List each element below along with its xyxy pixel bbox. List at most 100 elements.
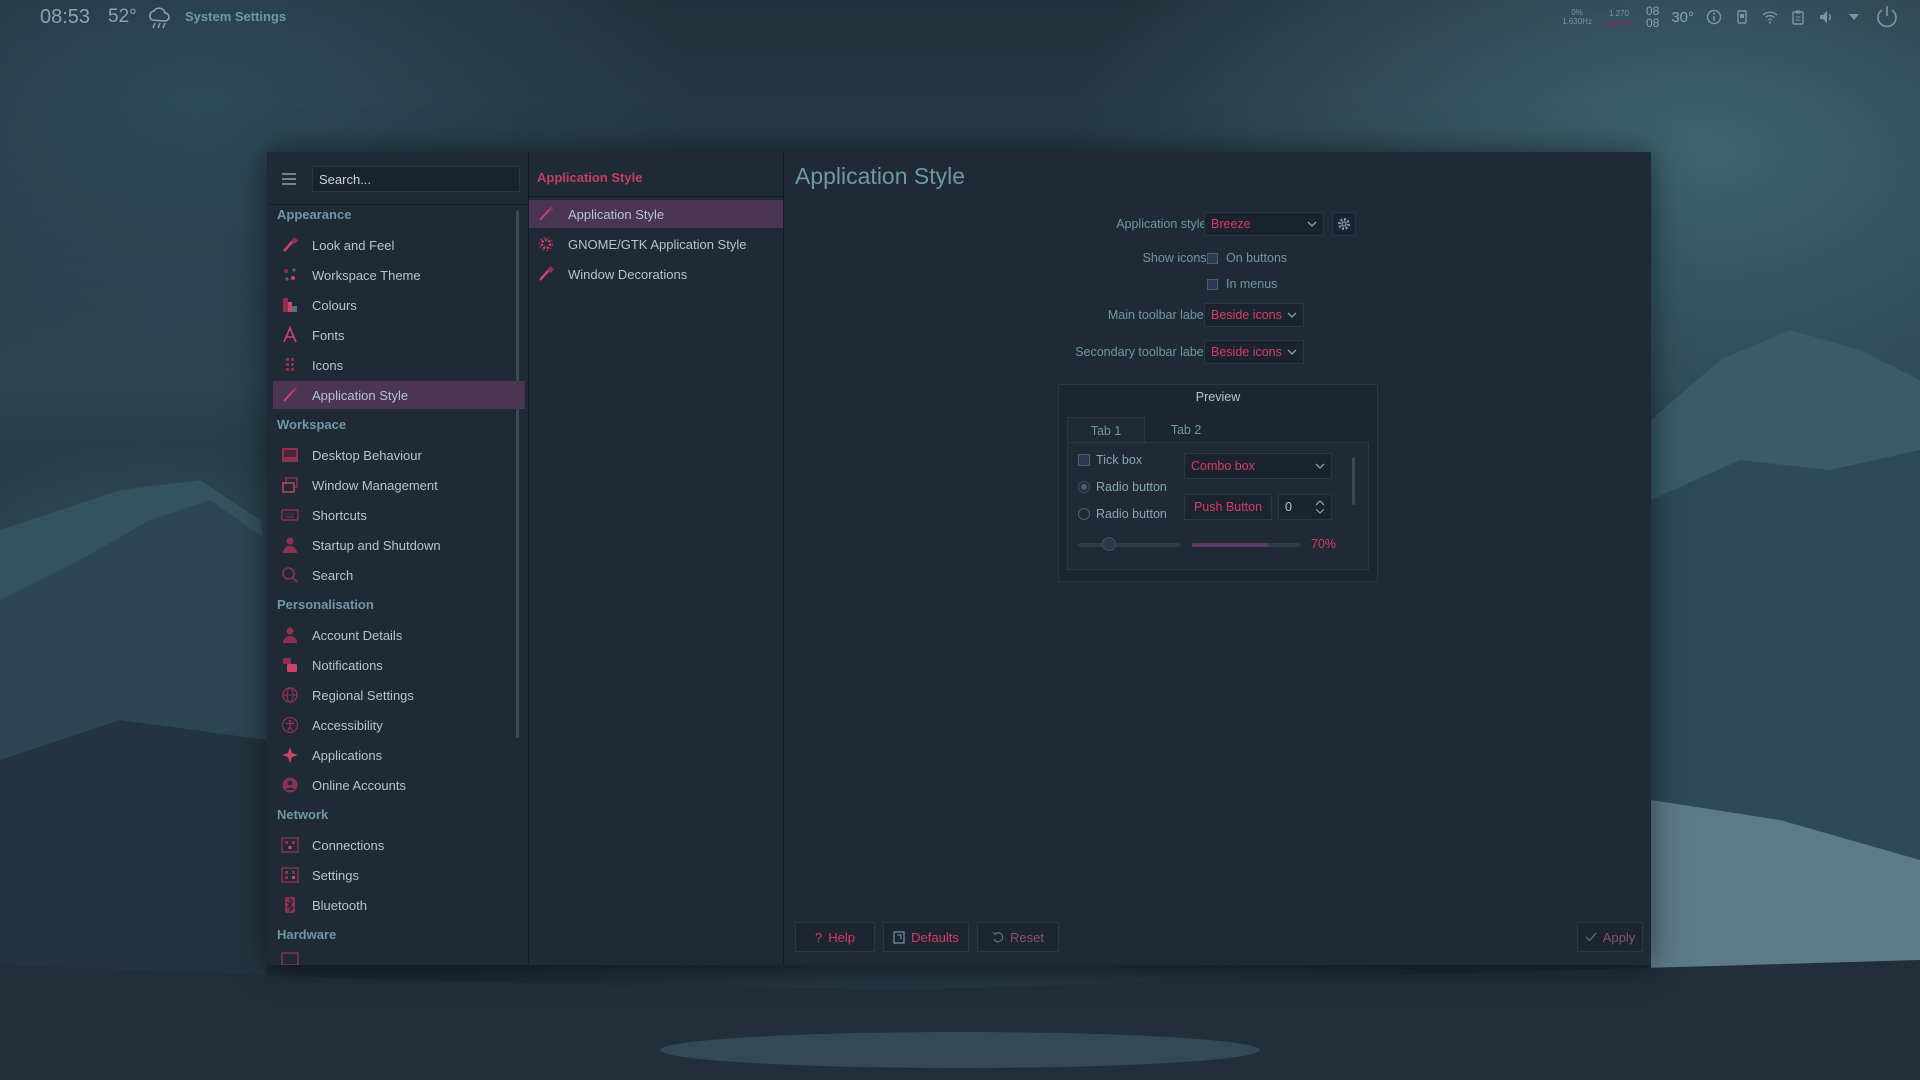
online-accounts-icon <box>281 776 299 794</box>
preview-tick-box[interactable] <box>1078 454 1090 466</box>
subnav-panel: Application Style Application Style GNOM… <box>529 152 784 965</box>
gtk-gear-icon <box>537 235 555 253</box>
sidebar-item-connections[interactable]: Connections <box>273 831 525 859</box>
subnav-item-application-style[interactable]: Application Style <box>529 200 783 228</box>
subnav-divider <box>529 196 783 197</box>
chevron-down-icon <box>1315 463 1325 469</box>
sidebar-item-bluetooth[interactable]: Bluetooth <box>273 891 525 919</box>
sidebar-item-label: Fonts <box>312 327 345 343</box>
paintbrush-icon <box>281 386 299 404</box>
sidebar-item-fonts[interactable]: Fonts <box>273 321 525 349</box>
sidebar-item-regional-settings[interactable]: Regional Settings <box>273 681 525 709</box>
preview-push-button[interactable]: Push Button <box>1184 494 1272 520</box>
preview-spin-value: 0 <box>1285 500 1292 514</box>
preview-tick-box-label: Tick box <box>1096 453 1143 467</box>
preview-combo-value: Combo box <box>1191 459 1255 473</box>
active-window-title[interactable]: System Settings <box>185 9 286 24</box>
tab-1[interactable]: Tab 1 <box>1067 417 1145 443</box>
progress-fill <box>1192 543 1268 547</box>
preview-progress-bar <box>1192 543 1300 547</box>
sidebar-item-online-accounts[interactable]: Online Accounts <box>273 771 525 799</box>
sidebar-item-shortcuts[interactable]: Shortcuts <box>273 501 525 529</box>
subnav-item-label: Window Decorations <box>568 266 688 282</box>
tray-expand-icon[interactable] <box>1846 9 1862 25</box>
on-buttons-label: On buttons <box>1226 251 1288 265</box>
show-icons-label: Show icons: <box>1142 251 1210 265</box>
chevron-down-icon <box>1287 349 1297 355</box>
sidebar-item-accessibility[interactable]: Accessibility <box>273 711 525 739</box>
in-menus-checkbox[interactable] <box>1207 279 1218 290</box>
preview-slider[interactable] <box>1078 537 1180 551</box>
sidebar-item-notifications[interactable]: Notifications <box>273 651 525 679</box>
main-toolbar-combo[interactable]: Beside icons <box>1204 303 1304 327</box>
spin-arrows-icon[interactable] <box>1315 500 1325 514</box>
section-network: Network <box>277 807 329 822</box>
preview-scrollbar[interactable] <box>1352 457 1355 505</box>
weather-temperature[interactable]: 52° <box>108 6 137 28</box>
application-style-value: Breeze <box>1211 217 1251 231</box>
sidebar-item-application-style[interactable]: Application Style <box>273 381 525 409</box>
application-style-combo[interactable]: Breeze <box>1204 212 1324 236</box>
clipboard-icon[interactable] <box>1790 9 1806 25</box>
page-title: Application Style <box>795 163 966 189</box>
sidebar-item-search[interactable]: Search <box>273 561 525 589</box>
sidebar-item-hardware-partial[interactable] <box>273 951 525 965</box>
sidebar-item-label: Shortcuts <box>312 507 367 523</box>
defaults-button[interactable]: Defaults <box>883 922 969 952</box>
cpu-temperature[interactable]: 30° <box>1671 9 1694 26</box>
sidebar-item-applications[interactable]: Applications <box>273 741 525 769</box>
sidebar-item-look-and-feel[interactable]: Look and Feel <box>273 231 525 259</box>
sidebar-item-label: Online Accounts <box>312 777 406 793</box>
secondary-toolbar-combo[interactable]: Beside icons <box>1204 340 1304 364</box>
network-monitor[interactable]: 0% 1.630Hz <box>1562 8 1592 26</box>
sidebar-item-label: Account Details <box>312 627 403 643</box>
info-icon[interactable] <box>1706 9 1722 25</box>
slider-handle[interactable] <box>1101 537 1116 551</box>
sidebar-item-label: Settings <box>312 867 359 883</box>
configure-style-button[interactable] <box>1332 212 1356 236</box>
subnav-item-window-decorations[interactable]: Window Decorations <box>529 260 783 288</box>
volume-icon[interactable] <box>1818 9 1834 25</box>
sidebar-item-label: Regional Settings <box>312 687 414 703</box>
preview-combo-box[interactable]: Combo box <box>1184 453 1332 479</box>
on-buttons-checkbox[interactable] <box>1207 253 1218 264</box>
help-button[interactable]: ? Help <box>795 922 875 952</box>
sidebar-item-workspace-theme[interactable]: Workspace Theme <box>273 261 525 289</box>
gear-icon <box>1338 218 1350 230</box>
sidebar-item-colours[interactable]: Colours <box>273 291 525 319</box>
sidebar-item-label: Accessibility <box>312 717 383 733</box>
sidebar-item-account-details[interactable]: Account Details <box>273 621 525 649</box>
hamburger-menu-icon[interactable] <box>281 172 297 186</box>
apply-button[interactable]: Apply <box>1577 922 1643 952</box>
cpu-monitor[interactable]: 1.270 <box>1603 9 1634 25</box>
wifi-icon[interactable] <box>1762 9 1778 25</box>
clock[interactable]: 08:53 <box>40 6 90 29</box>
sidebar-item-desktop-behaviour[interactable]: Desktop Behaviour <box>273 441 525 469</box>
brush-icon <box>537 265 555 283</box>
sidebar-item-icons[interactable]: Icons <box>273 351 525 379</box>
system-settings-window: Appearance Look and Feel Workspace Theme… <box>267 152 1651 965</box>
sidebar-item-label: Applications <box>312 747 383 763</box>
power-icon[interactable] <box>1874 4 1900 30</box>
preview-spin-box[interactable]: 0 <box>1278 494 1332 520</box>
sidebar-item-label: Notifications <box>312 657 383 673</box>
preview-radio-1[interactable] <box>1078 481 1090 493</box>
device-icon[interactable] <box>1734 9 1750 25</box>
date-widget[interactable]: 08 08 <box>1646 5 1659 29</box>
weather-rain-icon[interactable] <box>146 7 172 29</box>
sidebar-item-window-management[interactable]: Window Management <box>273 471 525 499</box>
star-icon <box>281 746 299 764</box>
sidebar-item-label: Colours <box>312 297 357 313</box>
sidebar-item-startup-and-shutdown[interactable]: Startup and Shutdown <box>273 531 525 559</box>
main-toolbar-label: Main toolbar label: <box>1107 308 1210 322</box>
subnav-item-gnome-gtk-style[interactable]: GNOME/GTK Application Style <box>529 230 783 258</box>
preview-radio-2[interactable] <box>1078 508 1090 520</box>
user-icon <box>281 626 299 644</box>
reset-button[interactable]: Reset <box>977 922 1059 952</box>
preview-radio-2-label: Radio button <box>1096 507 1167 521</box>
search-input[interactable] <box>312 166 520 192</box>
notification-icon <box>281 656 299 674</box>
user-power-icon <box>281 536 299 554</box>
sidebar-item-network-settings[interactable]: Settings <box>273 861 525 889</box>
tab-2[interactable]: Tab 2 <box>1147 417 1225 443</box>
